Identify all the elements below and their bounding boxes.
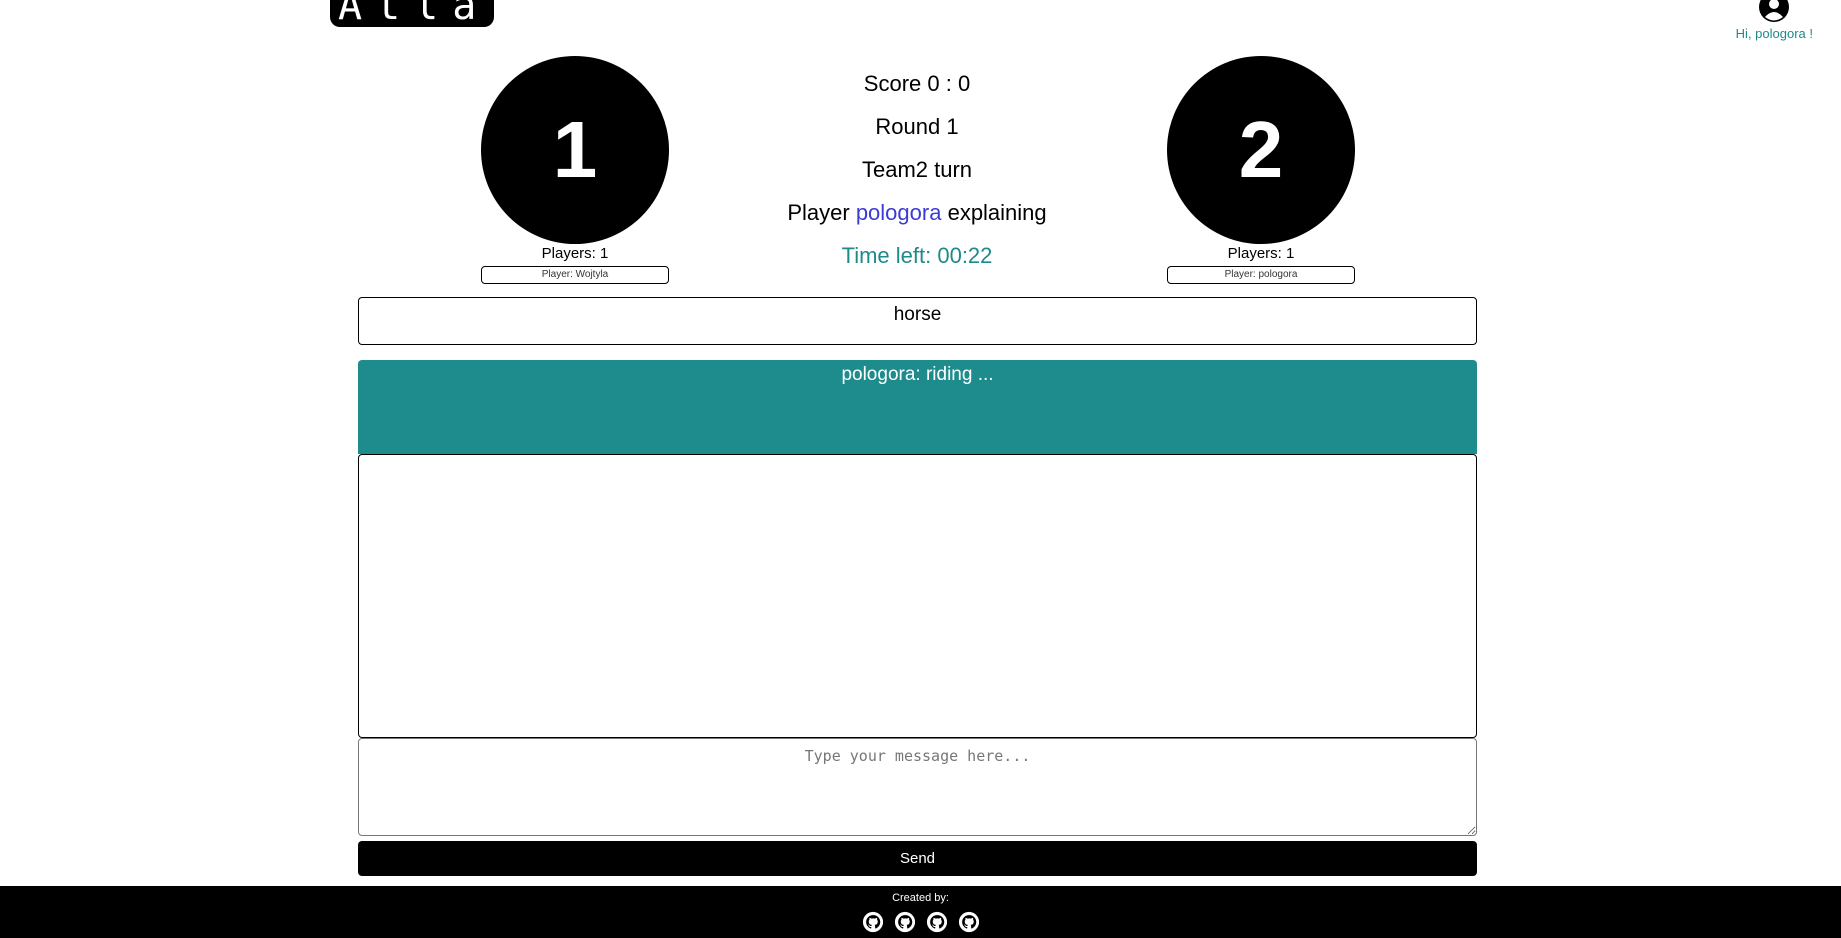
github-icon[interactable] [958, 911, 980, 933]
explaining-prefix: Player [787, 200, 850, 225]
user-menu[interactable]: Hi, pologora ! [1736, 0, 1813, 41]
turn-text: Team2 turn [861, 157, 973, 182]
team-2-badge[interactable]: 2 [1167, 56, 1355, 244]
explaining-suffix: explaining [947, 200, 1047, 225]
github-icon[interactable] [862, 911, 884, 933]
explaining-text: Player pologora explaining [720, 195, 1114, 238]
team-2-player-count: Players: 1 [1227, 245, 1295, 262]
chat-message: pologora: riding ... [358, 360, 1477, 454]
score-text: Score 0 : 0 [863, 71, 971, 96]
team-2-panel: 2 Players: 1 Player: pologora [1167, 56, 1355, 284]
github-icon[interactable] [926, 911, 948, 933]
chat-history[interactable] [358, 454, 1477, 738]
explaining-player-name: pologora [855, 200, 942, 225]
game-status: Score 0 : 0 Round 1 Team2 turn Player po… [720, 66, 1114, 281]
chat-area[interactable]: pologora: riding ... [358, 360, 1477, 738]
team-1-player-count: Players: 1 [541, 245, 609, 262]
send-button[interactable]: Send [358, 841, 1477, 876]
github-icon[interactable] [894, 911, 916, 933]
team-1-player-entry: Player: Wojtyla [481, 266, 669, 284]
atlas-logo[interactable]: Atlas [330, 0, 494, 27]
footer-created-by: Created by: [892, 892, 949, 904]
time-left: Time left: 00:22 [841, 243, 993, 268]
team-1-panel: 1 Players: 1 Player: Wojtyla [481, 56, 669, 284]
current-word: horse [358, 297, 1477, 345]
team-2-player-entry: Player: pologora [1167, 266, 1355, 284]
game-page: Atlas Hi, pologora ! 1 Players: 1 Player… [0, 0, 1841, 938]
message-input[interactable] [358, 738, 1477, 836]
user-avatar-icon[interactable] [1757, 0, 1791, 24]
round-text: Round 1 [875, 114, 959, 139]
team-1-badge[interactable]: 1 [481, 56, 669, 244]
footer-links [0, 911, 1841, 933]
user-greeting: Hi, pologora ! [1735, 26, 1813, 41]
footer: Created by: [0, 886, 1841, 938]
